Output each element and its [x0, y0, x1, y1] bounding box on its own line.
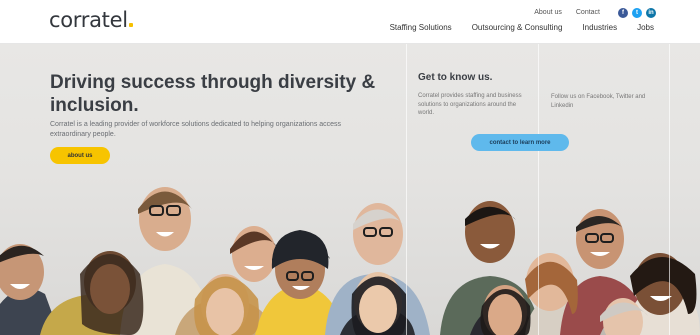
nav-industries[interactable]: Industries [582, 23, 617, 32]
divider-line-2 [538, 44, 539, 335]
divider-line-1 [406, 44, 407, 335]
nav-outsourcing-consulting[interactable]: Outsourcing & Consulting [472, 23, 563, 32]
panel-follow-text: Follow us on Facebook, Twitter and Linke… [551, 94, 646, 109]
nav-jobs[interactable]: Jobs [637, 23, 654, 32]
logo-text: corratel [49, 8, 128, 32]
site-header: corratel About us Contact f t in Staffin… [0, 0, 700, 44]
hero-section: Driving success through diversity & incl… [0, 44, 700, 335]
hero-lead-text: Corratel is a leading provider of workfo… [50, 121, 342, 138]
panel-title: Get to know us. [418, 72, 493, 83]
about-us-button[interactable]: about us [50, 147, 110, 164]
main-nav: Staffing Solutions Outsourcing & Consult… [390, 23, 654, 32]
nav-staffing-solutions[interactable]: Staffing Solutions [390, 23, 452, 32]
about-us-link[interactable]: About us [534, 9, 562, 16]
social-links: f t in [618, 8, 656, 18]
logo-dot [128, 23, 133, 27]
contact-to-learn-more-button[interactable]: contact to learn more [471, 134, 569, 151]
hero-headline: Driving success through diversity & incl… [50, 72, 376, 116]
panel-text: Corratel provides staffing and business … [418, 93, 522, 116]
twitter-icon[interactable]: t [632, 8, 642, 18]
facebook-icon[interactable]: f [618, 8, 628, 18]
top-links: About us Contact [534, 9, 600, 16]
logo[interactable]: corratel [49, 8, 133, 32]
linkedin-icon[interactable]: in [646, 8, 656, 18]
contact-link[interactable]: Contact [576, 9, 600, 16]
divider-line-3 [669, 44, 670, 335]
